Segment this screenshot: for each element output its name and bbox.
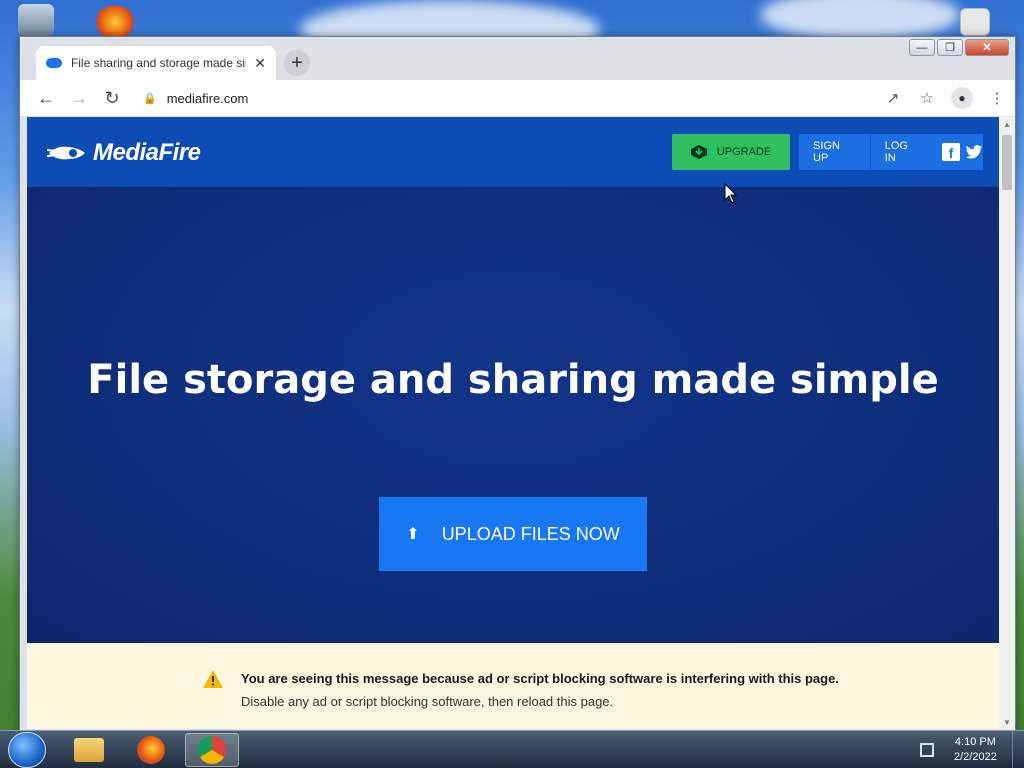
browser-window: — ❐ ✕ File sharing and storage made simp… — [19, 36, 1016, 736]
hero-section: File storage and sharing made simple ⬆ U… — [27, 187, 999, 643]
upload-arrow-icon: ⬆ — [406, 526, 420, 543]
social-links: f — [942, 143, 983, 161]
desktop-cloud — [760, 0, 960, 40]
logo-text: MediaFire — [93, 139, 201, 166]
mediafire-logo-icon — [47, 146, 85, 160]
upgrade-button[interactable]: UPGRADE — [672, 134, 790, 170]
close-window-button[interactable]: ✕ — [965, 39, 1009, 56]
lock-icon[interactable]: 🔒 — [143, 92, 157, 105]
share-icon[interactable]: ↗ — [883, 89, 903, 107]
scroll-down-arrow-icon[interactable]: ▼ — [1003, 718, 1011, 727]
taskbar-chrome[interactable] — [185, 733, 239, 767]
mediafire-favicon-icon — [46, 58, 62, 68]
profile-avatar-icon[interactable]: ● — [951, 87, 973, 109]
taskbar-explorer[interactable] — [62, 733, 116, 767]
document-desktop-icon[interactable] — [960, 8, 990, 36]
address-bar[interactable]: 🔒 mediafire.com — [143, 91, 248, 106]
browser-toolbar: ← → ↻ 🔒 mediafire.com ↗ ☆ ● ⋮ — [20, 80, 1015, 116]
clock-time: 4:10 PM — [954, 736, 996, 748]
warning-icon — [203, 670, 223, 688]
scroll-thumb[interactable] — [1002, 135, 1012, 190]
reload-button[interactable]: ↻ — [98, 84, 126, 112]
facebook-icon[interactable]: f — [942, 143, 961, 161]
tab-title: File sharing and storage made simple — [70, 56, 246, 70]
new-tab-button[interactable]: + — [284, 50, 310, 76]
start-button[interactable] — [8, 732, 46, 768]
chrome-icon — [198, 736, 226, 764]
log-in-link[interactable]: LOG IN — [871, 140, 934, 164]
upload-files-button[interactable]: ⬆ UPLOAD FILES NOW — [379, 497, 647, 571]
menu-kebab-icon[interactable]: ⋮ — [987, 89, 1007, 107]
maximize-button[interactable]: ❐ — [937, 39, 963, 56]
clock-date: 2/2/2022 — [954, 751, 997, 763]
folder-icon — [74, 738, 104, 762]
recycle-bin-icon[interactable] — [18, 4, 54, 36]
auth-links: SIGN UP LOG IN f — [799, 134, 983, 170]
minimize-button[interactable]: — — [909, 39, 935, 56]
sign-up-link[interactable]: SIGN UP — [799, 140, 870, 164]
toolbar-actions: ↗ ☆ ● ⋮ — [883, 87, 1007, 109]
browser-tab[interactable]: File sharing and storage made simple ✕ — [36, 46, 276, 80]
bookmark-star-icon[interactable]: ☆ — [917, 89, 937, 107]
network-icon[interactable] — [920, 743, 934, 757]
firefox-desktop-icon[interactable] — [96, 6, 134, 38]
site-header: MediaFire UPGRADE SIGN UP LOG IN f — [27, 117, 999, 187]
page-viewport: MediaFire UPGRADE SIGN UP LOG IN f File … — [27, 117, 999, 729]
adblock-notice: You are seeing this message because ad o… — [27, 643, 999, 729]
firefox-icon — [137, 736, 165, 764]
mediafire-logo[interactable]: MediaFire — [47, 139, 201, 167]
window-controls: — ❐ ✕ — [909, 39, 1009, 56]
taskbar-firefox[interactable] — [124, 733, 178, 767]
page-scrollbar[interactable]: ▲ ▼ — [999, 117, 1015, 729]
url-text[interactable]: mediafire.com — [167, 91, 249, 106]
mouse-cursor-icon — [724, 183, 738, 204]
system-tray: 4:10 PM 2/2/2022 — [904, 731, 1024, 768]
notice-text: Disable any ad or script blocking softwa… — [241, 694, 614, 709]
upgrade-label: UPGRADE — [716, 146, 772, 158]
clock[interactable]: 4:10 PM 2/2/2022 — [954, 735, 997, 765]
show-desktop-button[interactable] — [1012, 731, 1024, 768]
hero-title: File storage and sharing made simple — [87, 357, 939, 403]
forward-button[interactable]: → — [65, 84, 93, 112]
twitter-icon[interactable] — [965, 143, 983, 161]
taskbar: 4:10 PM 2/2/2022 — [0, 730, 1024, 768]
scroll-up-arrow-icon[interactable]: ▲ — [1003, 120, 1011, 129]
tab-close-icon[interactable]: ✕ — [254, 55, 266, 72]
back-button[interactable]: ← — [32, 84, 60, 112]
upgrade-box-icon — [690, 145, 707, 159]
notice-title: You are seeing this message because ad o… — [241, 671, 839, 686]
upload-label: UPLOAD FILES NOW — [441, 523, 620, 544]
